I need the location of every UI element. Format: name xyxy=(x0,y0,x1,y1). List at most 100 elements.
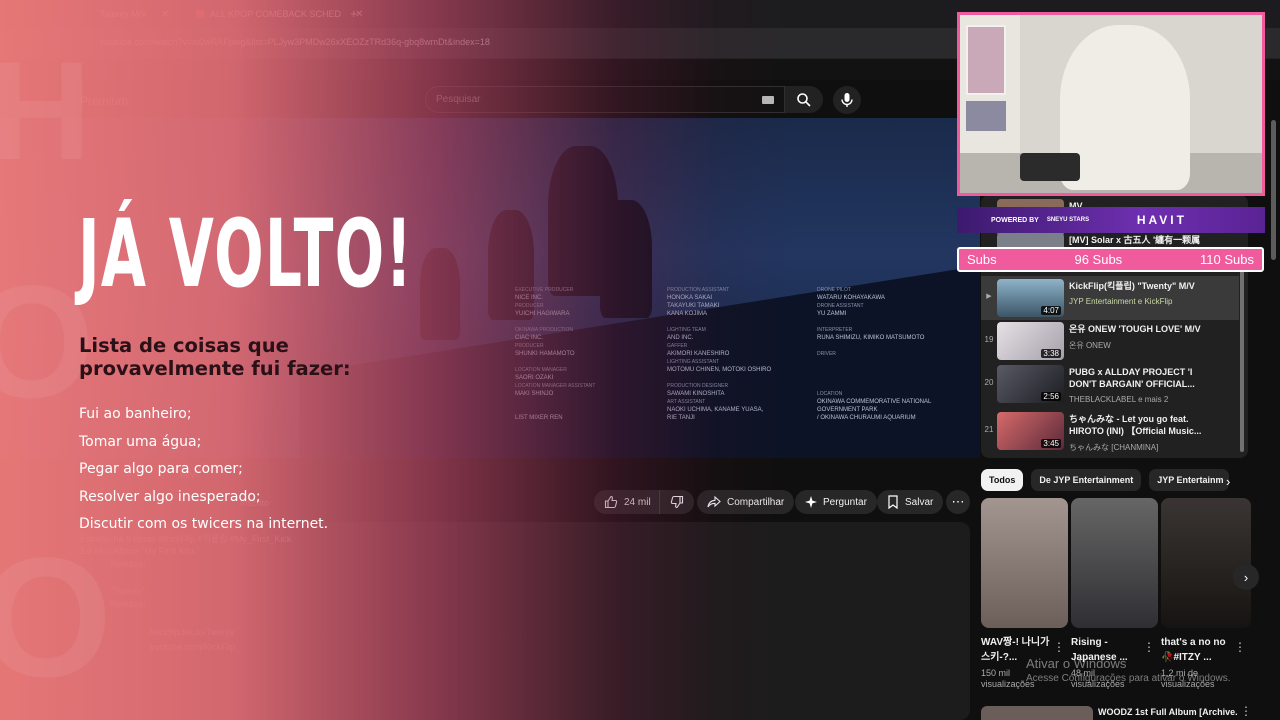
credits-line: MOTOMU CHINEN, MOTOKI OSHIRO xyxy=(667,367,772,373)
short-title[interactable]: that's a no no 🥀#ITZY ... xyxy=(1161,635,1235,665)
playlist-index: 20 xyxy=(984,378,994,387)
sub-goal-target: 110 Subs xyxy=(1200,252,1254,267)
ask-button[interactable]: Perguntar xyxy=(795,490,877,514)
credits-line: AND INC. xyxy=(667,335,694,341)
credits-line: AKIMORI KANESHIRO xyxy=(667,351,730,357)
brb-subheading: Lista de coisas que provavelmente fui fa… xyxy=(79,334,351,380)
dislike-button[interactable] xyxy=(658,490,694,514)
credits-heading: PRODUCER xyxy=(515,343,544,349)
description-link[interactable]: youtube.com/KickFlip xyxy=(150,642,236,652)
sub-goal-current: 96 Subs xyxy=(1074,252,1123,267)
playlist-channel: 온유 ONEW xyxy=(1069,341,1111,350)
more-vert-icon[interactable]: ⋮ xyxy=(1240,704,1252,718)
credits-line: OKINAWA COMMEMORATIVE NATIONAL xyxy=(817,399,932,405)
tab-video[interactable]: Twenty M/V ✕ xyxy=(100,4,169,24)
playlist-channel: JYP Entertainment e KickFlip xyxy=(1069,297,1173,306)
more-actions-button[interactable]: ⋯ xyxy=(946,490,970,514)
playlist-channel: ちゃんみな [CHANMINA] xyxy=(1069,443,1159,452)
search-input[interactable]: Pesquisar xyxy=(425,86,785,113)
credits-line: NAOKI UCHIMA, KANAME YUASA, xyxy=(667,407,764,413)
keyboard-icon[interactable] xyxy=(762,96,774,104)
playlist-item[interactable]: 21 3:45 ちゃんみな - Let you go feat. HIROTO … xyxy=(981,409,1239,453)
shorts-next-button[interactable]: › xyxy=(1233,564,1259,590)
credits-line: NICE INC. xyxy=(515,295,544,301)
playlist-scrollbar[interactable] xyxy=(1240,262,1244,452)
save-button[interactable]: Salvar xyxy=(877,490,944,514)
description-link[interactable]: /kickflip.lnk.to/Twenty xyxy=(150,627,235,637)
recommendation-thumbnail[interactable] xyxy=(981,706,1093,720)
credits-line: MAKI SHINJO xyxy=(515,391,554,397)
credits-line: YU ZAMMI xyxy=(817,311,847,317)
brb-headline: JÁ VOLTO! xyxy=(78,200,414,309)
credits-heading: PRODUCTION ASSISTANT xyxy=(667,287,730,293)
windows-activation-subtitle: Acesse Configurações para ativar o Windo… xyxy=(1026,673,1231,684)
search-icon xyxy=(797,92,811,107)
credits-heading: LOCATION MANAGER ASSISTANT xyxy=(515,383,596,389)
credits-line: TAKAYUKI TAMAKI xyxy=(667,303,720,309)
playlist-title: ちゃんみな - Let you go feat. HIROTO (INI) 【O… xyxy=(1069,414,1202,436)
page-scrollbar[interactable] xyxy=(1271,120,1276,260)
playlist-title: KickFlip(킥플립) "Twenty" M/V xyxy=(1069,281,1195,291)
sponsor-logo-2: HAVIT xyxy=(1136,213,1187,227)
credits-line: YUICHI HAGIWARA xyxy=(515,311,570,317)
close-icon[interactable]: ✕ xyxy=(161,9,169,20)
credits-heading: INTERPRETER xyxy=(817,327,853,333)
new-tab-icon[interactable]: + xyxy=(350,6,358,21)
microphone-icon xyxy=(841,93,853,107)
recommendation-title[interactable]: WOODZ 1st Full Album [Archive. xyxy=(1098,707,1238,717)
credits-line: RUNA SHIMIZU, KIMIKO MATSUMOTO xyxy=(817,335,925,341)
url-text: youtube.com/watch?v=iu0wRAFpwg&list=PLJy… xyxy=(100,37,490,47)
ask-group: Perguntar xyxy=(795,490,877,514)
todo-item: Tomar uma água; xyxy=(79,434,202,450)
credits-line: HONOKA SAKAI xyxy=(667,295,713,301)
description-box[interactable] xyxy=(70,522,970,720)
share-icon xyxy=(707,495,721,508)
credits-heading: DRONE ASSISTANT xyxy=(817,303,864,309)
playlist-title: 온유 ONEW 'TOUGH LOVE' M/V xyxy=(1069,324,1201,334)
short-thumbnail[interactable] xyxy=(1071,498,1158,628)
more-group: ⋯ xyxy=(946,490,970,514)
more-vert-icon[interactable]: ⋮ xyxy=(1143,640,1155,654)
chip-all[interactable]: Todos xyxy=(981,469,1024,491)
tab-comeback-schedule[interactable]: ALL KPOP COMEBACK SCHED ✕ xyxy=(196,4,363,24)
playlist-thumbnail: 3:38 xyxy=(997,322,1064,360)
voice-search-button[interactable] xyxy=(833,86,861,114)
like-dislike-group: 24 mil xyxy=(594,490,694,514)
short-thumbnail[interactable] xyxy=(981,498,1068,628)
playlist-index: 21 xyxy=(984,425,994,434)
more-vert-icon[interactable]: ⋮ xyxy=(1234,640,1246,654)
playlist-item[interactable]: 19 3:38 온유 ONEW 'TOUGH LOVE' M/V 온유 ONEW xyxy=(981,319,1239,363)
credits-line: SHUNKI HAMAMOTO xyxy=(515,351,575,357)
more-vert-icon[interactable]: ⋮ xyxy=(1053,640,1065,654)
credits-heading: DRIVER xyxy=(817,351,836,357)
share-button[interactable]: Compartilhar xyxy=(697,490,795,514)
playlist-item[interactable]: 20 2:56 PUBG x ALLDAY PROJECT 'I DON'T B… xyxy=(981,362,1239,406)
credits-heading: PRODUCER xyxy=(515,303,544,309)
credits-heading: ART ASSISTANT xyxy=(667,399,706,405)
chip-jyp-related[interactable]: JYP Entertainm xyxy=(1149,469,1230,491)
playlist-thumbnail: 4:07 xyxy=(997,279,1064,317)
video-duration: 3:38 xyxy=(1041,349,1061,358)
credits-heading: DRONE PILOT xyxy=(817,287,851,293)
windows-activation-title: Ativar o Windows xyxy=(1026,656,1127,671)
powered-by-label: POWERED BY xyxy=(991,216,1039,224)
credits-heading: LIGHTING TEAM xyxy=(667,327,706,333)
credits-heading: EXECUTIVE PRODUCER xyxy=(515,287,574,293)
chip-from-jyp[interactable]: De JYP Entertainment xyxy=(1031,469,1142,491)
todo-item: Resolver algo inesperado; xyxy=(79,489,261,505)
chevron-right-icon[interactable]: › xyxy=(1226,474,1230,489)
video-duration: 2:56 xyxy=(1041,392,1061,401)
filter-chips: Todos De JYP Entertainment JYP Entertain… xyxy=(981,469,1230,491)
like-button[interactable]: 24 mil xyxy=(594,490,659,514)
tab-label: ALL KPOP COMEBACK SCHED xyxy=(210,9,342,19)
favicon-icon xyxy=(196,10,204,18)
playlist-item-current[interactable]: ▶ 4:07 KickFlip(킥플립) "Twenty" M/V JYP En… xyxy=(981,276,1239,320)
short-thumbnail[interactable] xyxy=(1161,498,1251,628)
share-label: Compartilhar xyxy=(727,496,785,508)
save-group: Salvar xyxy=(877,490,944,514)
todo-item: Discutir com os twicers na internet. xyxy=(79,516,329,532)
credits-line: RIE TANJI xyxy=(667,415,695,421)
playlist-thumbnail: 3:45 xyxy=(997,412,1064,450)
credits-heading: OKINAWA PRODUCTION xyxy=(515,327,573,333)
search-button[interactable] xyxy=(785,86,823,113)
